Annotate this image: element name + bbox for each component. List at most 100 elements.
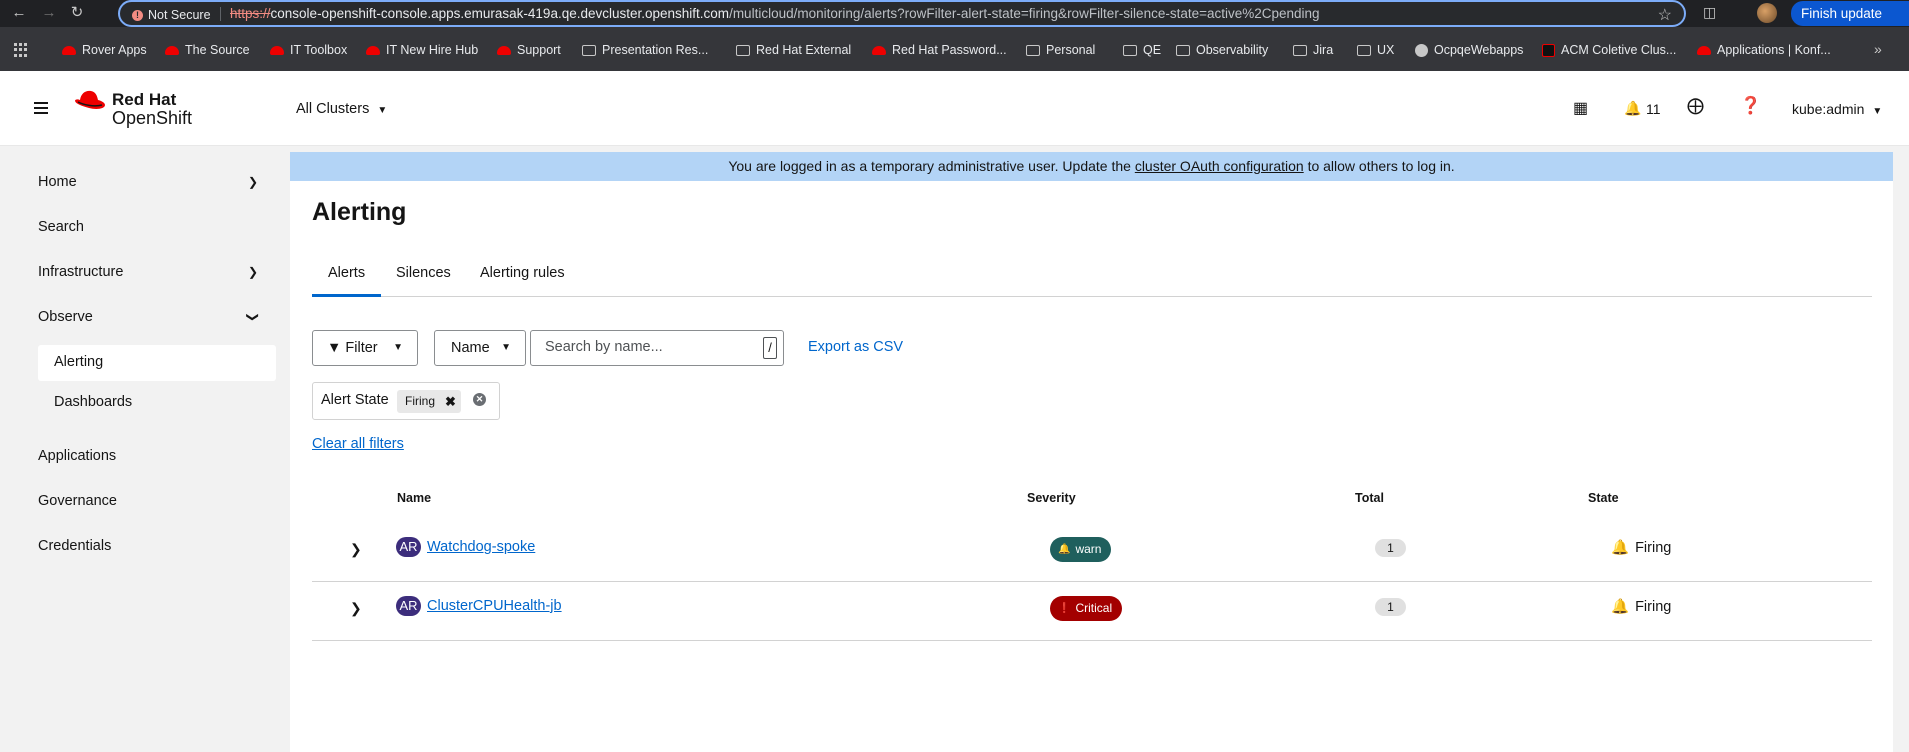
total-count-badge: 1 <box>1375 598 1406 616</box>
column-header-name[interactable]: Name <box>397 491 431 505</box>
bookmark-personal[interactable]: Personal <box>1026 41 1095 59</box>
bookmark-support[interactable]: Support <box>497 41 561 59</box>
notification-count[interactable]: 11 <box>1646 101 1661 117</box>
folder-icon <box>1293 44 1307 56</box>
extensions-icon[interactable]: ◫ <box>1703 4 1716 21</box>
tab-bar: Alerts Silences Alerting rules <box>312 252 1872 297</box>
column-header-state[interactable]: State <box>1588 491 1619 505</box>
bookmark-applications-konf[interactable]: Applications | Konf... <box>1697 41 1831 59</box>
url-text[interactable]: https://console-openshift-console.apps.e… <box>230 6 1320 21</box>
alert-name-link[interactable]: Watchdog-spoke <box>427 539 535 555</box>
state-label: Firing <box>1635 539 1672 556</box>
sidebar-item-dashboards[interactable]: Dashboards <box>54 394 132 410</box>
bookmark-label: Red Hat Password... <box>892 43 1007 57</box>
sidebar-item-infrastructure[interactable]: Infrastructure <box>38 264 123 280</box>
name-dropdown-label: Name <box>451 340 490 356</box>
chevron-right-icon[interactable]: ❯ <box>248 175 258 189</box>
back-icon[interactable]: ← <box>10 4 28 22</box>
bookmark-it-toolbox[interactable]: IT Toolbox <box>270 41 347 59</box>
bookmark-label: Red Hat External <box>756 43 852 57</box>
search-shortcut-hint: / <box>763 337 777 359</box>
total-count-badge: 1 <box>1375 539 1406 557</box>
redhat-icon <box>1697 45 1711 55</box>
chevron-down-icon[interactable]: ❯ <box>246 312 260 322</box>
forward-icon[interactable]: → <box>40 4 58 22</box>
finish-update-button[interactable]: Finish update <box>1791 1 1909 26</box>
expand-chevron-icon[interactable]: ❯ <box>350 600 362 617</box>
bookmark-ux[interactable]: UX <box>1357 41 1394 59</box>
clear-all-filters-link[interactable]: Clear all filters <box>312 436 404 452</box>
tab-silences[interactable]: Silences <box>396 265 451 281</box>
banner-text-after: to allow others to log in. <box>1303 158 1455 174</box>
alert-name-link[interactable]: ClusterCPUHealth-jb <box>427 598 562 614</box>
reload-icon[interactable]: ↻ <box>68 4 86 22</box>
user-name: kube:admin <box>1792 101 1865 117</box>
alert-state: 🔔 Firing <box>1611 598 1671 616</box>
close-icon[interactable]: ✖ <box>445 390 456 413</box>
clear-chip-group-icon[interactable]: ✕ <box>473 393 486 406</box>
app-launcher-grid-icon[interactable]: ▦ <box>1573 98 1588 118</box>
user-menu[interactable]: kube:admin ▼ <box>1792 101 1882 117</box>
filter-funnel-icon: ▼︎ <box>327 340 342 356</box>
search-field[interactable]: / <box>530 330 784 366</box>
bookmark-red-hat-password[interactable]: Red Hat Password... <box>872 41 1007 59</box>
sidebar-nav: Home ❯ Search Infrastructure ❯ Observe ❯… <box>0 146 288 740</box>
bookmark-the-source[interactable]: The Source <box>165 41 250 59</box>
bookmark-label: IT Toolbox <box>290 43 348 57</box>
notification-bell-icon[interactable]: 🔔 <box>1624 100 1641 117</box>
bookmark-observability[interactable]: Observability <box>1176 41 1268 59</box>
bookmark-label: OcpqeWebapps <box>1434 43 1524 57</box>
bookmark-label: Applications | Konf... <box>1717 43 1831 57</box>
bookmark-rover-apps[interactable]: Rover Apps <box>62 41 147 59</box>
profile-avatar[interactable] <box>1757 3 1777 23</box>
bookmark-star-icon[interactable]: ☆ <box>1658 5 1672 25</box>
sidebar-item-credentials[interactable]: Credentials <box>38 538 111 554</box>
bookmark-label: QE <box>1143 43 1162 57</box>
bookmark-label: Observability <box>1196 43 1269 57</box>
export-csv-button[interactable]: Export as CSV <box>808 339 903 355</box>
filter-dropdown[interactable]: ▼︎ Filter ▼ <box>312 330 418 366</box>
oauth-config-link[interactable]: cluster OAuth configuration <box>1135 158 1304 174</box>
warning-icon: ! <box>132 9 143 21</box>
folder-icon <box>1176 44 1190 56</box>
bookmark-qe[interactable]: QE <box>1123 41 1161 59</box>
column-header-total[interactable]: Total <box>1355 491 1384 505</box>
bookmark-jira[interactable]: Jira <box>1293 41 1333 59</box>
bookmark-it-new-hire-hub[interactable]: IT New Hire Hub <box>366 41 478 59</box>
more-bookmarks-icon[interactable]: » <box>1874 41 1882 57</box>
apps-grid-icon[interactable] <box>14 43 28 57</box>
name-dropdown[interactable]: Name ▼ <box>434 330 526 366</box>
bell-icon: 🔔 <box>1611 599 1630 615</box>
help-icon[interactable]: ❓ <box>1740 96 1761 116</box>
bookmark-red-hat-external[interactable]: Red Hat External <box>736 41 851 59</box>
security-indicator[interactable]: ! Not Secure <box>132 6 211 24</box>
filter-label: Filter <box>345 340 378 356</box>
sidebar-item-governance[interactable]: Governance <box>38 493 117 509</box>
sidebar-item-observe[interactable]: Observe <box>38 309 93 325</box>
add-plus-icon[interactable]: ⨁ <box>1687 96 1704 116</box>
bookmark-presentation-res[interactable]: Presentation Res... <box>582 41 708 59</box>
bookmark-label: The Source <box>185 43 250 57</box>
alert-rule-badge: AR <box>396 596 421 616</box>
tab-alerting-rules[interactable]: Alerting rules <box>480 265 565 281</box>
folder-icon <box>1357 44 1371 56</box>
sidebar-item-search[interactable]: Search <box>38 219 84 235</box>
bookmark-ocpqewebapps[interactable]: OcpqeWebapps <box>1415 41 1523 59</box>
bookmark-acm-coletive[interactable]: ACM Coletive Clus... <box>1542 41 1676 59</box>
url-divider <box>220 7 221 21</box>
bell-icon: 🔔 <box>1611 540 1630 556</box>
alert-rule-badge: AR <box>396 537 421 557</box>
chevron-right-icon[interactable]: ❯ <box>248 265 258 279</box>
tab-alerts[interactable]: Alerts <box>328 265 365 281</box>
address-bar[interactable]: ! Not Secure https://console-openshift-c… <box>118 0 1686 27</box>
sidebar-item-home[interactable]: Home <box>38 174 77 190</box>
folder-icon <box>736 44 750 56</box>
sidebar-item-alerting[interactable]: Alerting <box>54 354 103 370</box>
column-header-severity[interactable]: Severity <box>1027 491 1076 505</box>
sidebar-item-applications[interactable]: Applications <box>38 448 116 464</box>
logo-line2: OpenShift <box>112 108 193 128</box>
expand-chevron-icon[interactable]: ❯ <box>350 541 362 558</box>
search-input[interactable] <box>545 339 745 355</box>
cluster-selector[interactable]: All Clusters ▼ <box>296 101 387 117</box>
hamburger-menu-icon[interactable] <box>34 102 48 117</box>
